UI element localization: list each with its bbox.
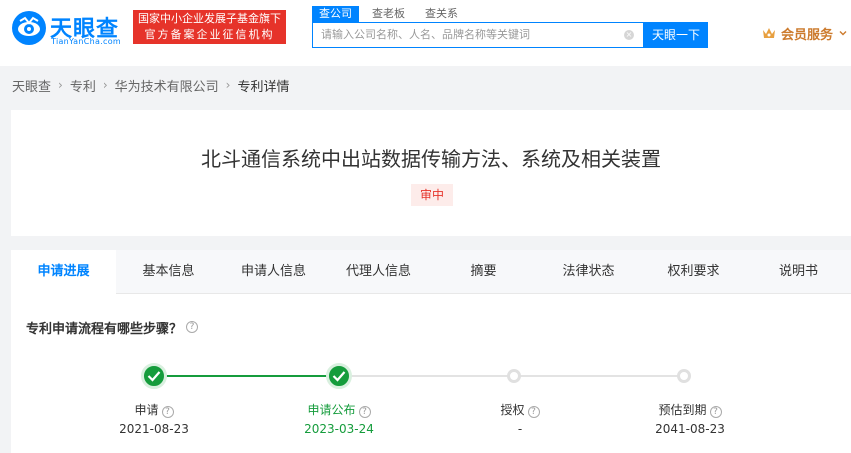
progress-track-done — [154, 375, 339, 377]
tab-legal-status[interactable]: 法律状态 — [536, 250, 641, 294]
page-title: 北斗通信系统中出站数据传输方法、系统及相关装置 — [201, 147, 661, 171]
step-name: 申请 — [134, 403, 159, 417]
step-pending-icon — [677, 369, 691, 383]
tab-basic-info[interactable]: 基本信息 — [116, 250, 221, 294]
help-icon[interactable]: ? — [709, 406, 722, 418]
breadcrumb-company[interactable]: 华为技术有限公司 — [115, 76, 219, 95]
gov-badge: 国家中小企业发展子基金旗下 官方备案企业征信机构 — [133, 10, 286, 44]
check-icon — [332, 371, 346, 382]
search-placeholder: 请输入公司名称、人名、品牌名称等关键词 — [321, 28, 530, 41]
help-icon[interactable]: ? — [358, 406, 371, 418]
search-tabs: 查公司 查老板 查关系 — [312, 6, 471, 22]
step-date-apply: 2021-08-23 — [119, 422, 189, 436]
status-badge: 审中 — [411, 184, 453, 206]
chevron-right-icon: › — [58, 78, 63, 92]
breadcrumb-patent[interactable]: 专利 — [70, 76, 96, 95]
chevron-down-icon — [839, 31, 847, 36]
chevron-right-icon: › — [102, 78, 108, 92]
crown-icon — [763, 28, 775, 38]
step-done-icon — [141, 363, 167, 389]
step-label-grant: 授权? — [460, 401, 580, 418]
help-icon[interactable]: ? — [527, 406, 540, 418]
search-input[interactable]: 请输入公司名称、人名、品牌名称等关键词 × — [312, 22, 644, 48]
logo-domain: TianYanCha.com — [51, 37, 121, 46]
gov-badge-line1: 国家中小企业发展子基金旗下 — [138, 12, 281, 25]
step-label-publish: 申请公布? — [279, 401, 399, 418]
patent-detail-card: 申请进展 基本信息 申请人信息 代理人信息 摘要 法律状态 权利要求 说明书 专… — [11, 250, 851, 453]
chevron-right-icon: › — [225, 78, 231, 92]
step-label-apply: 申请? — [94, 401, 214, 418]
progress-question-text: 专利申请流程有哪些步骤？ — [26, 321, 183, 337]
tab-description[interactable]: 说明书 — [746, 250, 851, 294]
search-tab-boss[interactable]: 查老板 — [365, 6, 412, 22]
step-name: 申请公布 — [307, 403, 356, 417]
step-done-icon — [326, 363, 352, 389]
logo-eye-icon — [12, 11, 46, 45]
search-tab-company[interactable]: 查公司 — [312, 6, 359, 22]
breadcrumb: 天眼查 › 专利 › 华为技术有限公司 › 专利详情 — [12, 76, 290, 95]
member-service-menu[interactable]: 会员服务 — [762, 24, 847, 43]
step-name: 预估到期 — [658, 403, 707, 417]
detail-tabs: 申请进展 基本信息 申请人信息 代理人信息 摘要 法律状态 权利要求 说明书 — [11, 250, 851, 295]
check-icon — [147, 371, 161, 382]
step-label-expiry: 预估到期? — [630, 401, 750, 418]
step-name: 授权 — [500, 403, 525, 417]
step-pending-icon — [507, 369, 521, 383]
progress-question: 专利申请流程有哪些步骤？ ? — [26, 318, 199, 337]
tianyancha-logo[interactable]: 天眼查 TianYanCha.com — [11, 8, 127, 48]
tab-agent-info[interactable]: 代理人信息 — [326, 250, 431, 294]
search-button[interactable]: 天眼一下 — [644, 22, 708, 48]
top-header: 天眼查 TianYanCha.com 国家中小企业发展子基金旗下 官方备案企业征… — [0, 0, 851, 66]
patent-title-card: 北斗通信系统中出站数据传输方法、系统及相关装置 审中 — [11, 110, 851, 236]
help-icon[interactable]: ? — [186, 321, 199, 333]
gov-badge-line2: 官方备案企业征信机构 — [144, 28, 275, 41]
tab-application-progress[interactable]: 申请进展 — [11, 250, 116, 295]
step-date-publish: 2023-03-24 — [304, 422, 374, 436]
step-date-expiry: 2041-08-23 — [655, 422, 725, 436]
breadcrumb-home[interactable]: 天眼查 — [12, 76, 51, 95]
member-service-label: 会员服务 — [781, 27, 834, 43]
search-tab-relation[interactable]: 查关系 — [418, 6, 465, 22]
step-date-grant: - — [517, 422, 523, 436]
tab-abstract[interactable]: 摘要 — [431, 250, 536, 294]
help-icon[interactable]: ? — [161, 406, 174, 418]
clear-icon[interactable]: × — [624, 30, 634, 40]
tab-claims[interactable]: 权利要求 — [641, 250, 746, 294]
breadcrumb-current: 专利详情 — [237, 79, 290, 95]
tab-applicant-info[interactable]: 申请人信息 — [221, 250, 326, 294]
